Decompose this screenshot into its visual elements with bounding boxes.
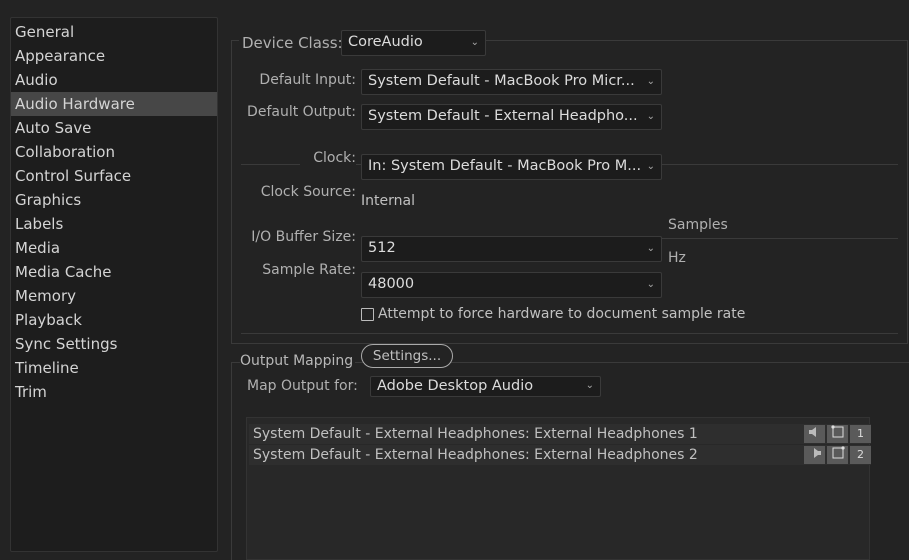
- chevron-down-icon: ⌄: [470, 37, 479, 48]
- channel-label: System Default - External Headphones: Ex…: [253, 447, 698, 463]
- speaker-right-icon[interactable]: [804, 446, 825, 464]
- buffer-size-dropdown[interactable]: 512 ⌄: [361, 236, 662, 262]
- map-output-dropdown[interactable]: Adobe Desktop Audio ⌄: [370, 376, 601, 397]
- sample-rate-unit: Hz: [668, 250, 686, 266]
- map-output-value: Adobe Desktop Audio: [377, 378, 534, 394]
- default-input-label: Default Input:: [259, 72, 356, 88]
- preferences-sidebar: General Appearance Audio Audio Hardware …: [10, 17, 218, 552]
- buffer-size-value: 512: [368, 240, 396, 256]
- chevron-down-icon: ⌄: [646, 161, 655, 172]
- sidebar-item-timeline[interactable]: Timeline: [11, 356, 217, 380]
- force-rate-label[interactable]: Attempt to force hardware to document sa…: [378, 306, 745, 322]
- device-class-value: CoreAudio: [348, 34, 423, 50]
- output-channel-list: System Default - External Headphones: Ex…: [246, 417, 871, 560]
- clock-source-label: Clock Source:: [260, 184, 356, 200]
- sidebar-item-general[interactable]: General: [11, 20, 217, 44]
- force-rate-checkbox[interactable]: [361, 308, 374, 321]
- list-item[interactable]: System Default - External Headphones: Ex…: [249, 445, 871, 465]
- divider: [241, 333, 898, 334]
- sidebar-item-memory[interactable]: Memory: [11, 284, 217, 308]
- device-class-dropdown[interactable]: CoreAudio ⌄: [341, 30, 486, 56]
- default-output-label: Default Output:: [247, 104, 356, 120]
- map-output-label: Map Output for:: [247, 378, 358, 394]
- clock-dropdown[interactable]: In: System Default - MacBook Pro M... ⌄: [361, 154, 662, 180]
- default-input-dropdown[interactable]: System Default - MacBook Pro Micr... ⌄: [361, 69, 662, 95]
- output-mapping-title: Output Mapping: [240, 353, 356, 369]
- default-output-dropdown[interactable]: System Default - External Headpho... ⌄: [361, 104, 662, 130]
- sidebar-item-appearance[interactable]: Appearance: [11, 44, 217, 68]
- speaker-left-icon[interactable]: [804, 425, 825, 443]
- chevron-down-icon: ⌄: [646, 111, 655, 122]
- sidebar-item-trim[interactable]: Trim: [11, 380, 217, 404]
- sidebar-item-sync-settings[interactable]: Sync Settings: [11, 332, 217, 356]
- channel-map-icon[interactable]: [827, 425, 848, 443]
- sidebar-item-playback[interactable]: Playback: [11, 308, 217, 332]
- device-class-label: Device Class:: [242, 34, 343, 52]
- sample-rate-dropdown[interactable]: 48000 ⌄: [361, 272, 662, 298]
- buffer-size-label: I/O Buffer Size:: [251, 229, 356, 245]
- divider: [486, 40, 907, 41]
- divider: [231, 343, 908, 344]
- clock-label: Clock:: [300, 150, 356, 166]
- sample-rate-value: 48000: [368, 276, 415, 292]
- divider: [907, 40, 908, 343]
- channel-number: 1: [850, 425, 871, 443]
- settings-button[interactable]: Settings...: [361, 344, 453, 368]
- sample-rate-label: Sample Rate:: [262, 262, 356, 278]
- chevron-down-icon: ⌄: [646, 279, 655, 290]
- default-output-value: System Default - External Headpho...: [368, 108, 638, 124]
- divider: [231, 362, 232, 560]
- channel-map-icon[interactable]: [827, 446, 848, 464]
- channel-label: System Default - External Headphones: Ex…: [253, 426, 698, 442]
- default-input-value: System Default - MacBook Pro Micr...: [368, 73, 635, 89]
- chevron-down-icon: ⌄: [646, 243, 655, 254]
- divider: [231, 40, 239, 41]
- chevron-down-icon: ⌄: [585, 380, 594, 391]
- sidebar-item-collaboration[interactable]: Collaboration: [11, 140, 217, 164]
- list-item[interactable]: System Default - External Headphones: Ex…: [249, 424, 871, 444]
- chevron-down-icon: ⌄: [646, 76, 655, 87]
- buffer-unit: Samples: [668, 217, 728, 233]
- clock-value: In: System Default - MacBook Pro M...: [368, 158, 642, 174]
- channel-number: 2: [850, 446, 871, 464]
- clock-source-value: Internal: [361, 193, 415, 209]
- divider: [661, 238, 898, 239]
